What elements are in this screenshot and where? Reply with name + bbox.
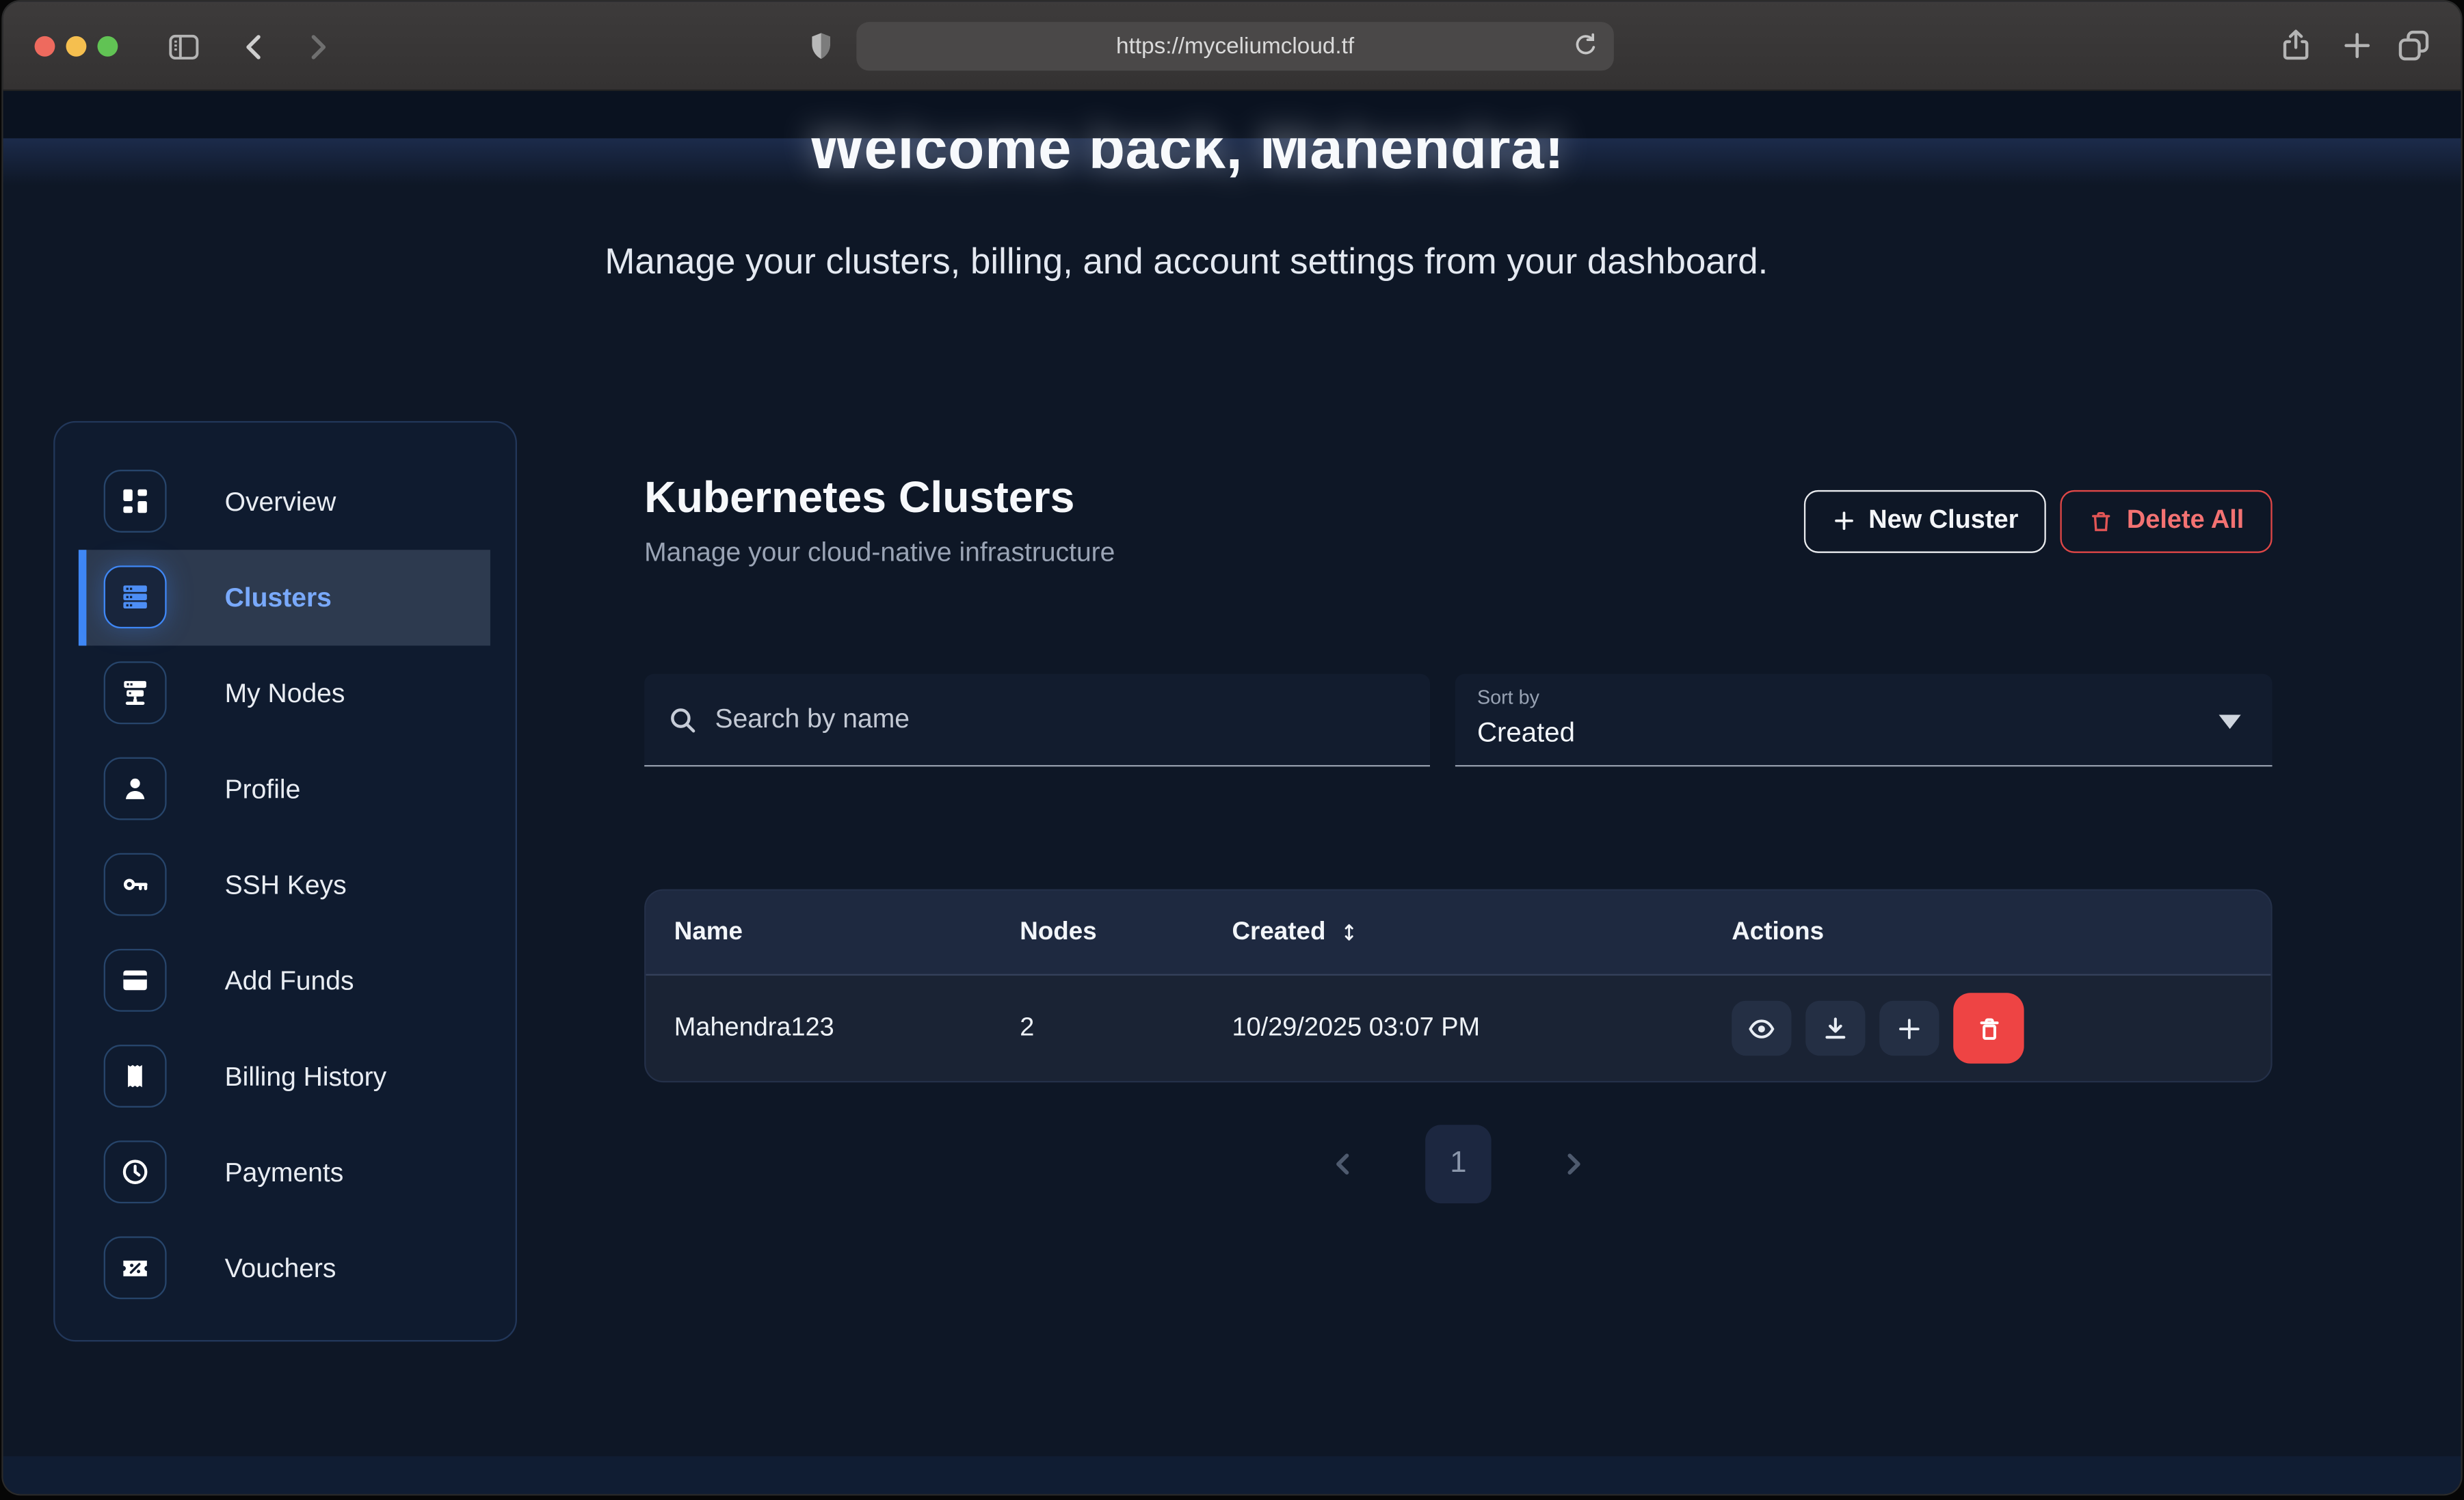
sidebar-item-label: Payments: [225, 1125, 344, 1220]
close-window-button[interactable]: [35, 36, 55, 57]
sidebar-item-label: Vouchers: [225, 1220, 336, 1316]
cluster-nodes-cell: 2: [1020, 1013, 1232, 1043]
share-icon[interactable]: [2277, 27, 2315, 64]
new-cluster-label: New Cluster: [1868, 506, 2018, 536]
sidebar-item-overview[interactable]: Overview: [55, 454, 515, 550]
sidebar-item-label: Add Funds: [225, 933, 354, 1029]
sidebar-item-label: Clusters: [225, 550, 332, 645]
sidebar-item-label: Overview: [225, 454, 336, 550]
sort-by-select[interactable]: Sort by Created: [1455, 674, 2273, 767]
chevron-down-icon: [2219, 715, 2241, 729]
table-header: Name Nodes Created Actions: [646, 891, 2270, 976]
sort-by-label: Sort by: [1477, 686, 1539, 708]
clock-icon: [104, 1140, 167, 1203]
sort-by-value: Created: [1477, 716, 1575, 749]
sort-updown-icon: [1336, 921, 1360, 944]
address-bar[interactable]: https://myceliumcloud.tf: [856, 22, 1614, 70]
filters-row: Sort by Created: [644, 674, 2273, 767]
fullscreen-window-button[interactable]: [97, 36, 118, 57]
created-label: Created: [1232, 918, 1325, 946]
search-input[interactable]: [715, 704, 1408, 735]
delete-cluster-button[interactable]: [1953, 993, 2024, 1063]
tab-overview-icon[interactable]: [2395, 27, 2433, 64]
next-page-button[interactable]: [1557, 1149, 1589, 1180]
column-header-name: Name: [674, 918, 1020, 946]
sidebar-item-label: SSH Keys: [225, 838, 347, 933]
sidebar-item-add-funds[interactable]: Add Funds: [55, 933, 515, 1029]
sidebar-item-profile[interactable]: Profile: [55, 742, 515, 838]
column-header-nodes: Nodes: [1020, 918, 1232, 946]
clusters-section: Kubernetes Clusters Manage your cloud-na…: [644, 473, 2273, 1227]
user-icon: [104, 758, 167, 820]
receipt-icon: [104, 1045, 167, 1108]
sidebar-nav: Overview: [53, 421, 517, 1342]
plus-icon: [1895, 1014, 1923, 1042]
sidebar-toggle-icon[interactable]: [165, 28, 202, 66]
sidebar-item-label: Billing History: [225, 1029, 387, 1125]
sidebar-item-ssh-keys[interactable]: SSH Keys: [55, 838, 515, 933]
sidebar-item-my-nodes[interactable]: My Nodes: [55, 645, 515, 741]
sidebar-item-label: My Nodes: [225, 645, 345, 741]
sidebar-item-label: Profile: [225, 742, 301, 838]
add-node-button[interactable]: [1879, 1001, 1939, 1056]
download-icon: [1821, 1014, 1849, 1042]
search-icon: [666, 703, 699, 736]
server-node-icon: [104, 661, 167, 724]
screen: https://myceliumcloud.tf: [0, 0, 2464, 1500]
sidebar-item-vouchers[interactable]: Vouchers: [55, 1220, 515, 1316]
previous-page-button[interactable]: [1328, 1149, 1360, 1180]
view-cluster-button[interactable]: [1732, 1001, 1791, 1056]
welcome-subtitle: Manage your clusters, billing, and accou…: [3, 241, 2370, 283]
browser-toolbar: https://myceliumcloud.tf: [3, 1, 2461, 91]
plus-icon: [1832, 509, 1855, 532]
key-icon: [104, 853, 167, 916]
reload-icon[interactable]: [1570, 30, 1602, 62]
new-cluster-button[interactable]: New Cluster: [1804, 490, 2047, 552]
trash-icon: [1973, 1013, 2004, 1044]
page-title: Kubernetes Clusters: [644, 473, 1115, 524]
new-tab-icon[interactable]: [2338, 27, 2376, 64]
download-kubeconfig-button[interactable]: [1805, 1001, 1865, 1056]
footer-strip: [3, 1456, 2461, 1494]
cluster-created-cell: 10/29/2025 03:07 PM: [1232, 1013, 1732, 1043]
clusters-table: Name Nodes Created Actions Mahendra123: [644, 889, 2273, 1083]
delete-all-label: Delete All: [2127, 506, 2244, 536]
page-content: Welcome back, Mahendra! Welcome back, Ma…: [3, 91, 2461, 1494]
layout-grid-icon: [104, 470, 167, 533]
minimize-window-button[interactable]: [66, 36, 87, 57]
browser-window: https://myceliumcloud.tf: [3, 1, 2461, 1494]
credit-card-icon: [104, 949, 167, 1012]
sidebar-item-payments[interactable]: Payments: [55, 1125, 515, 1220]
pagination: 1: [644, 1125, 2273, 1203]
cluster-name-cell: Mahendra123: [674, 1013, 1020, 1043]
url-text: https://myceliumcloud.tf: [1116, 34, 1354, 59]
privacy-shield-icon[interactable]: [803, 28, 839, 64]
section-header: Kubernetes Clusters Manage your cloud-na…: [644, 473, 2273, 569]
row-actions: [1732, 993, 2242, 1063]
search-field: [644, 674, 1430, 767]
sidebar-item-clusters[interactable]: Clusters: [55, 550, 515, 645]
back-button[interactable]: [236, 28, 274, 66]
page-number-button[interactable]: 1: [1425, 1125, 1492, 1203]
page-subtitle: Manage your cloud-native infrastructure: [644, 537, 1115, 569]
forward-button[interactable]: [299, 28, 336, 66]
column-header-created[interactable]: Created: [1232, 918, 1732, 946]
trash-icon: [2089, 508, 2115, 533]
sidebar-item-billing-history[interactable]: Billing History: [55, 1029, 515, 1125]
ticket-percent-icon: [104, 1236, 167, 1299]
delete-all-button[interactable]: Delete All: [2061, 490, 2272, 552]
table-row: Mahendra123 2 10/29/2025 03:07 PM: [646, 976, 2270, 1081]
window-controls: [35, 36, 118, 57]
eye-icon: [1747, 1014, 1775, 1042]
column-header-actions: Actions: [1732, 918, 2242, 946]
server-stack-icon: [104, 565, 167, 628]
